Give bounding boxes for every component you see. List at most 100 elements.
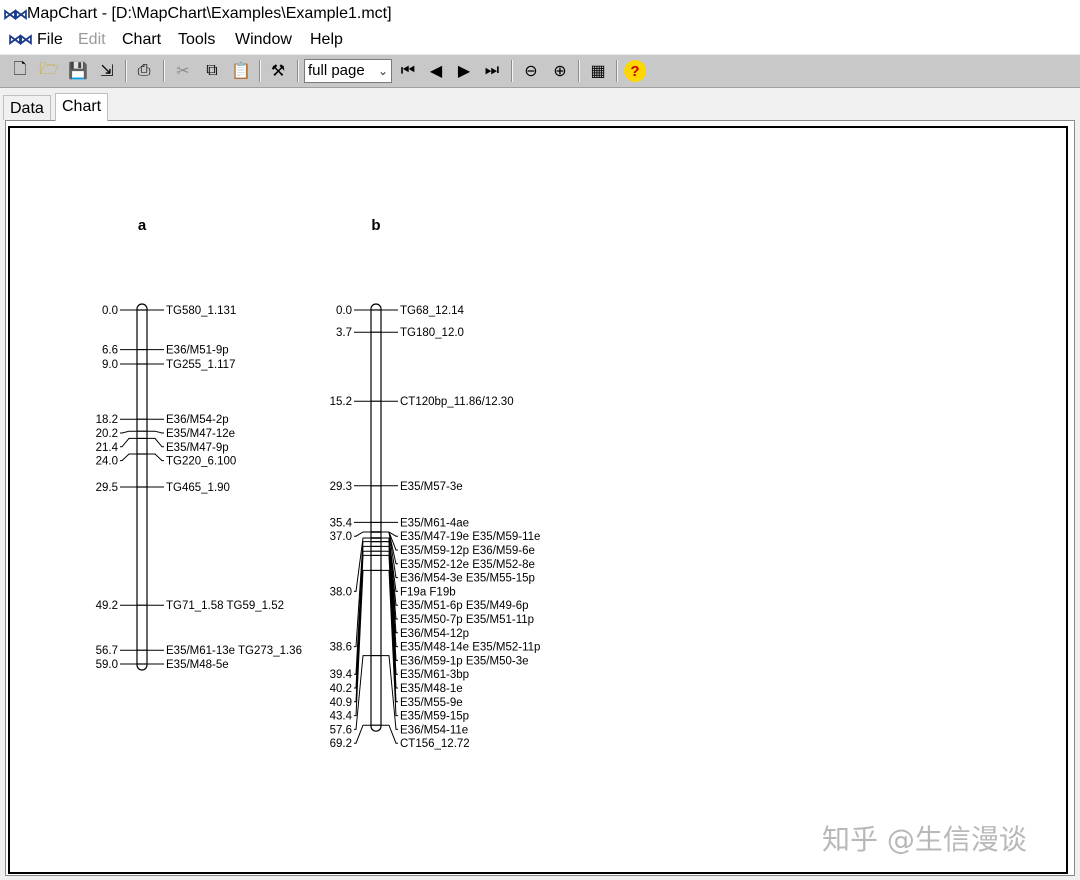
watermark: 知乎 @生信漫谈	[822, 823, 1027, 856]
zoom-in-icon[interactable]: ⊕	[549, 60, 571, 82]
next-page-icon[interactable]: ▶	[453, 60, 475, 82]
toolbar-separator	[259, 60, 261, 82]
marker-position: 57.6	[330, 724, 352, 736]
marker-name: CT156_12.72	[400, 738, 470, 750]
marker-position: 40.9	[330, 697, 352, 709]
marker-name: E35/M50-7p E35/M51-11p	[400, 614, 534, 626]
toolbar: 🗋 🗁 💾 ⇲ ⎙ ✂ ⧉ 📋 ⚒ full page ⌄ ⏮ ◀ ▶ ⏭ ⊖ …	[0, 54, 1080, 88]
copy-icon[interactable]: ⧉	[201, 60, 223, 82]
marker-position: 29.5	[96, 482, 118, 494]
marker-position: 40.2	[330, 683, 352, 695]
print-icon[interactable]: ⎙	[133, 60, 155, 82]
marker-position: 18.2	[96, 414, 118, 426]
zoom-select[interactable]: full page ⌄	[304, 59, 392, 83]
marker-name: E35/M59-15p	[400, 711, 469, 723]
marker-name: E35/M57-3e	[400, 481, 463, 493]
chevron-down-icon[interactable]: ⌄	[378, 60, 388, 82]
help-icon[interactable]: ?	[624, 60, 646, 82]
marker-position: 37.0	[330, 531, 352, 543]
save-icon[interactable]: 💾	[67, 60, 89, 82]
menu-file[interactable]: File	[37, 31, 63, 49]
first-page-icon[interactable]: ⏮	[397, 60, 419, 82]
tab-chart[interactable]: Chart	[55, 93, 109, 121]
export-icon[interactable]: ⇲	[96, 60, 118, 82]
tools-icon[interactable]: ⚒	[267, 60, 289, 82]
marker-position: 6.6	[102, 345, 118, 357]
chart-page: a TG580_1.131 0.0 E36/M51-9p 6.6 TG255_1.117 9…	[8, 126, 1068, 874]
marker-name: E36/M54-3e E35/M55-15p	[400, 573, 535, 585]
menu-help[interactable]: Help	[310, 31, 343, 49]
marker-position: 56.7	[96, 645, 118, 657]
marker-connector-left	[120, 453, 137, 462]
marker-position: 0.0	[102, 305, 118, 317]
marker-name: E35/M61-3bp	[400, 669, 469, 681]
cut-icon[interactable]: ✂	[172, 60, 194, 82]
marker-name: E36/M54-2p	[166, 414, 229, 426]
document-icon[interactable]: ⋈⋈	[8, 31, 33, 48]
marker-name: E35/M51-6p E35/M49-6p	[400, 600, 529, 612]
marker-name: E36/M54-11e	[400, 724, 468, 736]
linkage-map-chart: a TG580_1.131 0.0 E36/M51-9p 6.6 TG255_1.117 9…	[96, 217, 541, 750]
menu-bar: ⋈⋈ File Edit Chart Tools Window Help	[0, 28, 1080, 54]
marker-name: TG68_12.14	[400, 305, 465, 317]
marker-connector-right	[147, 453, 164, 462]
paste-icon[interactable]: 📋	[230, 60, 252, 82]
linkage-group-title: a	[138, 217, 147, 234]
marker-name: E35/M47-12e	[166, 428, 235, 440]
linkage-group-title: b	[371, 217, 380, 234]
marker-position: 49.2	[96, 600, 118, 612]
chart-properties-icon[interactable]: ▦	[587, 60, 609, 82]
window-title: MapChart - [D:\MapChart\Examples\Example…	[27, 5, 392, 22]
marker-position: 15.2	[330, 396, 352, 408]
marker-position: 43.4	[330, 711, 353, 723]
open-icon[interactable]: 🗁	[38, 60, 60, 82]
marker-position: 24.0	[96, 456, 118, 468]
menu-tools[interactable]: Tools	[178, 31, 215, 49]
marker-position: 21.4	[96, 442, 119, 454]
marker-position: 29.3	[330, 481, 352, 493]
marker-position: 38.0	[330, 586, 352, 598]
title-bar: ⋈⋈ MapChart - [D:\MapChart\Examples\Exam…	[0, 0, 1080, 28]
marker-name: TG220_6.100	[166, 456, 236, 468]
menu-chart[interactable]: Chart	[122, 31, 161, 49]
marker-name: E36/M59-1p E35/M50-3e	[400, 655, 529, 667]
marker-connector-left	[120, 430, 137, 434]
marker-position: 3.7	[336, 327, 352, 339]
menu-edit[interactable]: Edit	[78, 31, 106, 49]
toolbar-separator	[163, 60, 165, 82]
zoom-value: full page	[308, 62, 365, 79]
marker-position: 0.0	[336, 305, 352, 317]
marker-position: 38.6	[330, 642, 352, 654]
marker-name: TG180_12.0	[400, 327, 464, 339]
marker-connector-left	[354, 531, 371, 537]
marker-position: 39.4	[330, 669, 353, 681]
previous-page-icon[interactable]: ◀	[425, 60, 447, 82]
last-page-icon[interactable]: ⏭	[481, 60, 503, 82]
tab-strip: Data Chart	[0, 88, 1080, 121]
new-icon[interactable]: 🗋	[9, 60, 31, 82]
marker-name: E35/M55-9e	[400, 697, 463, 709]
marker-position: 35.4	[330, 517, 353, 529]
menu-window[interactable]: Window	[235, 31, 292, 49]
toolbar-separator	[125, 60, 127, 82]
marker-name: E35/M47-9p	[166, 442, 229, 454]
app-icon: ⋈⋈	[3, 6, 28, 22]
toolbar-separator	[511, 60, 513, 82]
toolbar-separator	[297, 60, 299, 82]
toolbar-separator	[578, 60, 580, 82]
marker-name: E35/M48-5e	[166, 659, 229, 671]
tab-data[interactable]: Data	[3, 95, 51, 120]
marker-name: E36/M54-12p	[400, 628, 469, 640]
marker-position: 20.2	[96, 428, 118, 440]
marker-name: E35/M61-4ae	[400, 517, 469, 529]
marker-name: F19a F19b	[400, 586, 456, 598]
marker-position: 59.0	[96, 659, 118, 671]
marker-connector-left	[120, 437, 137, 448]
toolbar-separator	[616, 60, 618, 82]
marker-connector-right	[147, 437, 164, 448]
marker-position: 69.2	[330, 738, 352, 750]
zoom-out-icon[interactable]: ⊖	[520, 60, 542, 82]
marker-name: E36/M51-9p	[166, 345, 229, 357]
marker-name: TG465_1.90	[166, 482, 230, 494]
marker-position: 9.0	[102, 359, 118, 371]
